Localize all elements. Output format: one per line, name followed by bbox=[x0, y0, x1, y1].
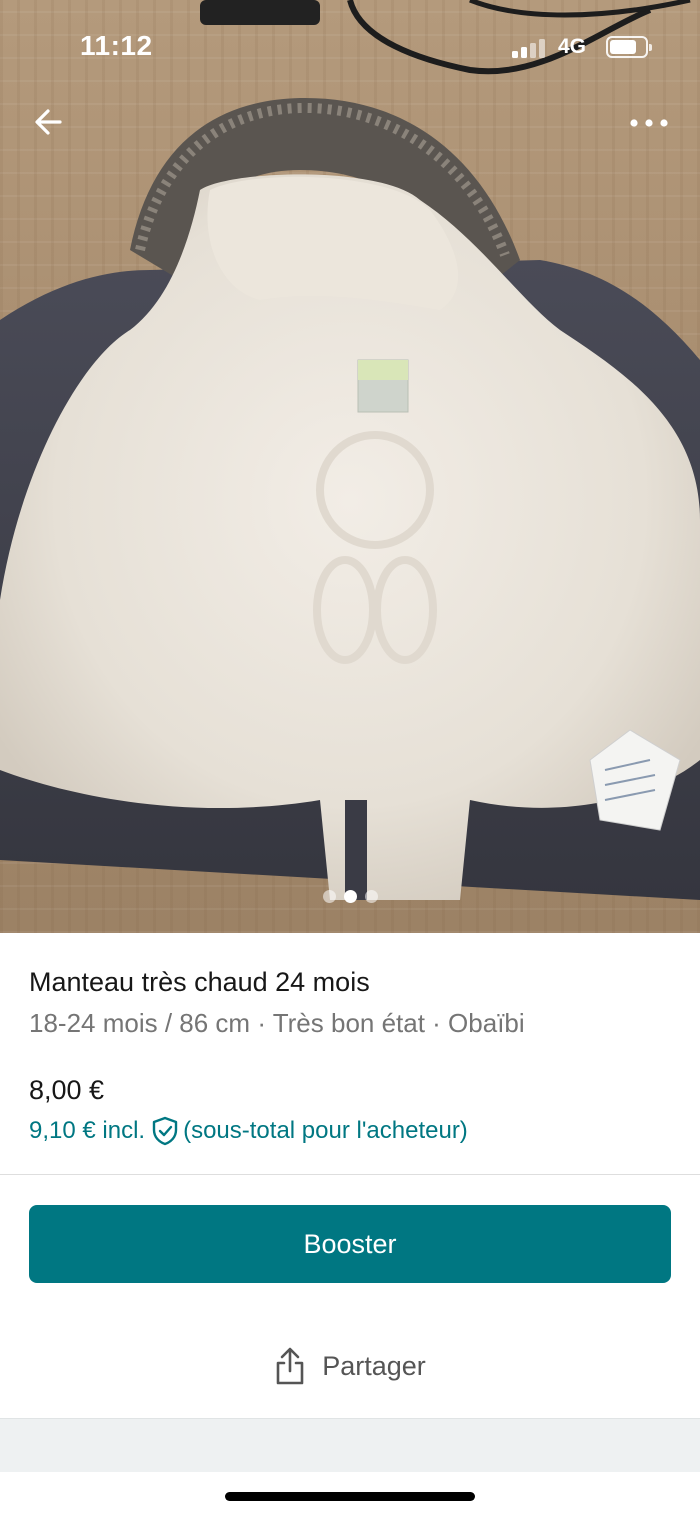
battery-icon bbox=[606, 36, 652, 58]
gallery-dot-active[interactable] bbox=[343, 890, 357, 903]
status-time: 11:12 bbox=[80, 30, 153, 61]
listing-title: Manteau très chaud 24 mois bbox=[29, 967, 370, 997]
home-indicator[interactable] bbox=[225, 1492, 475, 1501]
more-horizontal-icon bbox=[630, 119, 668, 127]
share-label: Partager bbox=[322, 1350, 426, 1381]
more-options-button[interactable] bbox=[626, 108, 672, 138]
listing-subtitle: 18-24 mois / 86 cm · Très bon état · Oba… bbox=[29, 1008, 525, 1038]
price-incl-note: (sous-total pour l'acheteur) bbox=[183, 1117, 468, 1144]
status-bar: 11:12 4G bbox=[0, 0, 700, 95]
arrow-left-icon bbox=[35, 109, 62, 135]
listing-price: 8,00 € bbox=[29, 1075, 105, 1105]
share-icon bbox=[276, 1347, 304, 1385]
product-photo[interactable]: 11:12 4G bbox=[0, 0, 700, 933]
price-incl: 9,10 € incl. bbox=[29, 1117, 146, 1144]
buyer-protection-price[interactable]: 9,10 € incl. (sous-total pour l'acheteur… bbox=[29, 1116, 468, 1146]
network-type: 4G bbox=[558, 35, 587, 58]
gallery-pagination bbox=[0, 890, 700, 906]
signal-icon bbox=[512, 38, 548, 58]
back-button[interactable] bbox=[30, 102, 70, 142]
booster-button[interactable]: Booster bbox=[29, 1205, 671, 1283]
coat-illustration bbox=[0, 0, 700, 900]
shield-check-icon bbox=[151, 1116, 179, 1146]
share-button[interactable]: Partager bbox=[0, 1330, 700, 1402]
section-divider bbox=[0, 1174, 700, 1175]
footer-band bbox=[0, 1418, 700, 1472]
gallery-dot[interactable] bbox=[364, 890, 378, 903]
gallery-dot[interactable] bbox=[322, 890, 336, 903]
